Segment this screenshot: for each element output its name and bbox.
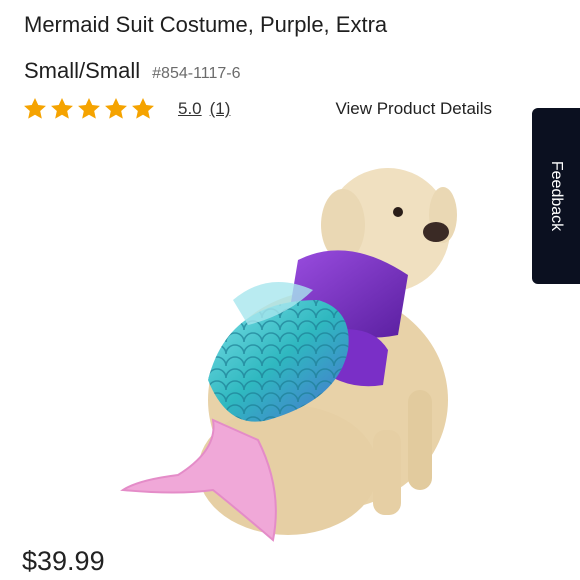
product-image xyxy=(120,168,457,542)
product-title: Mermaid Suit Costume, Purple, Extra Smal… xyxy=(24,2,504,97)
feedback-tab[interactable]: Feedback xyxy=(532,108,580,284)
feedback-tab-label: Feedback xyxy=(548,160,566,232)
star-icon xyxy=(105,97,127,119)
view-product-details-link[interactable]: View Product Details xyxy=(335,99,492,119)
review-count-link[interactable]: (1) xyxy=(210,99,231,119)
star-rating[interactable] xyxy=(22,96,156,122)
star-icon xyxy=(132,97,154,119)
star-icon xyxy=(51,97,73,119)
rating-value-link[interactable]: 5.0 xyxy=(178,99,202,119)
star-icon xyxy=(78,97,100,119)
product-sku: #854-1117-6 xyxy=(152,65,241,82)
rating-row: 5.0 (1) View Product Details xyxy=(22,94,492,124)
star-icon xyxy=(24,97,46,119)
product-price: $39.99 xyxy=(22,546,105,576)
